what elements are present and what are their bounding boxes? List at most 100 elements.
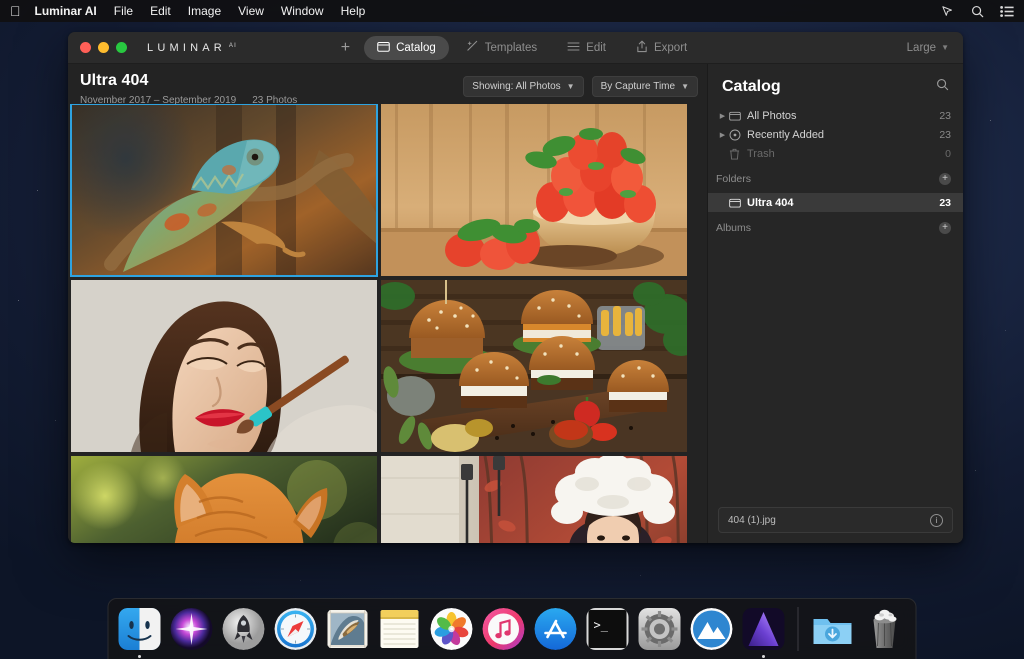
sidebar-item-recently-added[interactable]: ▶ Recently Added 23 [708,125,963,144]
photos-icon [431,608,473,650]
close-button[interactable] [80,42,91,53]
photo-thumbnail-cat[interactable] [71,456,377,543]
dock-item-luminar-ai[interactable] [689,606,735,652]
folder-icon [729,111,747,121]
sliders-icon [567,41,580,55]
showing-filter-label: Showing: All Photos [472,81,560,92]
app-brand: LUMINAR AI [147,42,237,54]
tab-templates[interactable]: Templates [453,35,550,60]
strawberries-image [381,104,687,276]
dock-item-system-preferences[interactable] [637,606,683,652]
sidebar-section-folders: Folders + [708,169,963,189]
photo-thumbnail-woman-hat[interactable] [381,456,687,543]
control-center-icon[interactable] [1000,6,1014,17]
clock-icon [729,129,747,141]
sidebar-folder-ultra-404[interactable]: Ultra 404 23 [708,193,963,212]
folder-count: 23 [939,197,951,209]
sidebar-items: ▶ All Photos 23 ▶ Recently Added 23 [708,102,963,163]
dock-item-terminal[interactable]: >_ [585,606,631,652]
sort-filter-label: By Capture Time [601,81,675,92]
dock-item-finder[interactable] [117,606,163,652]
traffic-lights [80,42,127,53]
dock-item-safari[interactable] [273,606,319,652]
sidebar-item-count: 23 [939,129,951,141]
folder-label: Ultra 404 [747,197,939,209]
airplay-icon[interactable] [941,5,955,17]
zoom-button[interactable] [116,42,127,53]
sidebar-item-label: Trash [747,148,945,160]
info-icon[interactable]: i [930,514,943,527]
tab-catalog[interactable]: Catalog [364,36,449,60]
section-label: Folders [716,173,751,185]
sidebar-item-all-photos[interactable]: ▶ All Photos 23 [708,106,963,125]
sidebar-item-trash[interactable]: Trash 0 [708,144,963,163]
siri-icon [171,608,213,650]
menu-item-edit[interactable]: Edit [150,4,171,18]
running-indicator [138,655,141,658]
dock-item-mail[interactable] [325,606,371,652]
dock-item-notes[interactable] [377,606,423,652]
share-icon [636,40,648,56]
add-photos-button[interactable]: + [331,40,360,56]
disclosure-triangle-icon[interactable]: ▶ [716,112,729,120]
photo-thumbnail-chameleon[interactable] [71,104,377,276]
woman-white-hat-image [381,456,687,543]
window-title-bar: LUMINAR AI + Catalog Templates [68,32,963,64]
trash-icon [729,148,747,160]
photo-thumbnail-strawberries[interactable] [381,104,687,276]
safari-icon [275,608,317,650]
menu-bar:  Luminar AI File Edit Image View Window… [0,0,1024,22]
sidebar-header: Catalog [708,64,963,102]
brand-text: LUMINAR [147,42,226,54]
launchpad-icon [223,608,265,650]
showing-filter-dropdown[interactable]: Showing: All Photos ▼ [463,76,583,97]
search-icon[interactable] [936,78,949,96]
sort-filter-dropdown[interactable]: By Capture Time ▼ [592,76,698,97]
menu-item-help[interactable]: Help [341,4,366,18]
dock-item-launchpad[interactable] [221,606,267,652]
selected-filename: 404 (1).jpg [728,515,776,526]
thumbnail-size-label: Large [907,42,936,54]
disclosure-triangle-icon[interactable]: ▶ [716,131,729,139]
dock-item-downloads-folder[interactable] [810,606,856,652]
section-label: Albums [716,222,751,234]
menu-item-image[interactable]: Image [188,4,221,18]
wand-icon [466,40,479,55]
tab-export[interactable]: Export [623,35,700,61]
tab-edit[interactable]: Edit [554,36,619,60]
selected-file-bar[interactable]: 404 (1).jpg i [718,507,953,533]
dock-item-itunes[interactable] [481,606,527,652]
menu-item-file[interactable]: File [114,4,133,18]
trash-icon [864,608,906,650]
system-preferences-icon [639,608,681,650]
photo-thumbnail-makeup[interactable] [71,280,377,452]
dock-item-luminar-flex[interactable] [741,606,787,652]
search-icon[interactable] [971,5,984,18]
thumbnail-size-picker[interactable]: Large ▼ [907,42,949,54]
dock-item-photos[interactable] [429,606,475,652]
folders-list: Ultra 404 23 [708,189,963,212]
menu-item-view[interactable]: View [238,4,264,18]
window-body: Ultra 404 November 2017 – September 2019… [68,64,963,543]
apple-logo-icon[interactable]:  [10,4,21,18]
sidebar-item-label: Recently Added [747,129,939,141]
sidebar-title: Catalog [722,78,781,96]
dock-separator [798,607,799,651]
dock-item-trash[interactable] [862,606,908,652]
luminar-ai-icon [691,608,733,650]
notes-icon [379,608,421,650]
tab-edit-label: Edit [586,42,606,54]
brand-superscript: AI [229,43,237,49]
add-album-button[interactable]: + [939,222,951,234]
svg-text:>_: >_ [594,618,609,632]
folder-icon [729,198,747,208]
dock-item-siri[interactable] [169,606,215,652]
downloads-folder-icon [812,608,854,650]
menu-app-name[interactable]: Luminar AI [35,4,97,18]
add-folder-button[interactable]: + [939,173,951,185]
menu-item-window[interactable]: Window [281,4,324,18]
dock-item-app-store[interactable] [533,606,579,652]
finder-icon [119,608,161,650]
minimize-button[interactable] [98,42,109,53]
photo-thumbnail-burgers[interactable] [381,280,687,452]
